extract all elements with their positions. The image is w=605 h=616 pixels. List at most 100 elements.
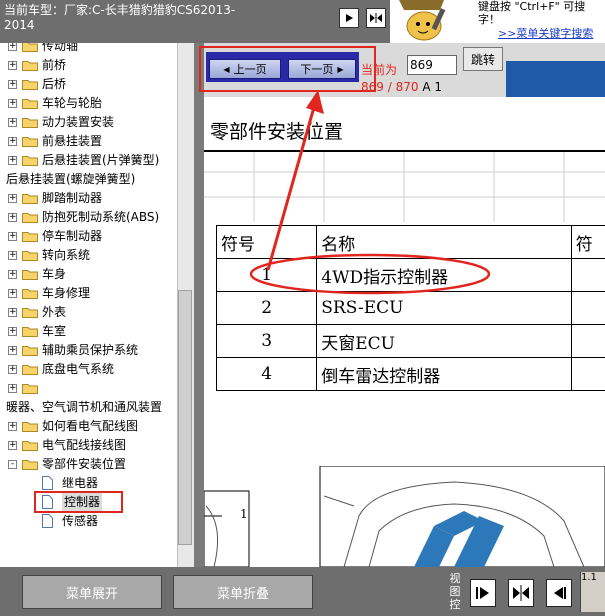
vehicle-line-2: 2014 <box>4 18 35 32</box>
expand-toggle-icon[interactable]: + <box>8 422 17 431</box>
folder-icon <box>22 213 38 223</box>
folder-icon <box>22 61 38 71</box>
sidebar-item[interactable]: + 前悬挂装置 <box>0 132 176 151</box>
page-number-input[interactable]: 869 <box>407 55 457 75</box>
sidebar-item[interactable]: + 电气配线接线图 <box>0 436 176 455</box>
pane-splitter[interactable] <box>194 43 204 567</box>
sidebar-item[interactable]: + 脚踏制动器 <box>0 189 176 208</box>
folder-icon <box>22 327 38 337</box>
sidebar-item-label: 传动轴 <box>42 43 79 53</box>
folder-icon <box>22 308 38 318</box>
expand-toggle-icon[interactable]: + <box>8 213 17 222</box>
expand-toggle-icon[interactable]: + <box>8 308 17 317</box>
page-header-band <box>506 61 605 97</box>
sidebar-item-label: 车轮与轮胎 <box>42 96 103 110</box>
view-split-button[interactable] <box>508 579 534 607</box>
sidebar-item[interactable]: + 辅助乘员保护系统 <box>0 341 176 360</box>
row-number: 4 <box>215 357 318 391</box>
nav-forward-button[interactable] <box>339 8 359 28</box>
sidebar-item-label: 后悬挂装置(片弹簧型) <box>42 153 160 167</box>
expand-toggle-icon[interactable]: + <box>8 441 17 450</box>
row-extra <box>570 357 605 391</box>
hint-text: 键盘按 "Ctrl+F" 可搜 字！ <box>478 0 605 26</box>
expand-toggle-icon[interactable]: + <box>8 327 17 336</box>
expand-toggle-icon[interactable]: + <box>8 232 17 241</box>
folder-icon <box>22 365 38 375</box>
sidebar-item-label: 前桥 <box>42 58 67 72</box>
sidebar-item[interactable]: + 防抱死制动系统(ABS) <box>0 208 176 227</box>
sidebar-item[interactable]: + 车室 <box>0 322 176 341</box>
sidebar-item[interactable]: 传感器 <box>0 512 176 531</box>
view-label-char-2: 图 <box>449 585 461 598</box>
sidebar-item[interactable]: + 转向系统 <box>0 246 176 265</box>
sidebar-item-label: 传感器 <box>62 514 99 528</box>
sidebar-item-label: 防抱死制动系统(ABS) <box>42 210 160 224</box>
nav-split-button[interactable] <box>366 8 386 28</box>
sidebar-item[interactable]: + 如何看电气配线图 <box>0 417 176 436</box>
sidebar-item[interactable]: + 车身修理 <box>0 284 176 303</box>
row-extra <box>570 258 605 292</box>
view-next-button[interactable] <box>470 579 496 607</box>
sidebar-item-label: 后悬挂装置(螺旋弹簧型) <box>6 172 136 186</box>
menu-collapse-button[interactable]: 菜单折叠 <box>173 575 313 609</box>
car-diagram <box>204 466 605 567</box>
folder-open-icon <box>22 460 38 470</box>
collapse-toggle-icon[interactable]: - <box>8 460 17 469</box>
folder-icon <box>22 156 38 166</box>
sidebar-item[interactable]: 后悬挂装置(螺旋弹簧型) <box>0 170 176 189</box>
expand-toggle-icon[interactable]: + <box>8 365 17 374</box>
expand-toggle-icon[interactable]: + <box>8 384 17 393</box>
expand-toggle-icon[interactable]: + <box>8 43 17 51</box>
sidebar-item[interactable]: + 传动轴 <box>0 43 176 56</box>
vehicle-line-1: 当前车型：厂家:C-长丰猎豹猎豹CS62013- <box>4 3 236 17</box>
expand-toggle-icon[interactable]: + <box>8 156 17 165</box>
keyword-search-link[interactable]: >>菜单关键字搜索 <box>498 25 593 41</box>
sidebar-item[interactable]: + 后桥 <box>0 75 176 94</box>
view-control-label: 视 图 控 <box>448 572 462 611</box>
view-label-char-3: 控 <box>449 598 461 611</box>
page-separator: / <box>387 80 392 94</box>
sidebar-tree: + 传动轴 + 前桥 + 后桥 + 车轮与轮胎 + 动力装置安装 + 前悬挂装置 + 后悬挂装置(片弹簧型… <box>0 43 194 567</box>
sidebar-item[interactable]: + <box>0 379 176 398</box>
sidebar-item[interactable]: + 动力装置安装 <box>0 113 176 132</box>
mascot-icon <box>394 0 452 42</box>
expand-toggle-icon[interactable]: + <box>8 118 17 127</box>
corner-panel: 1.1 <box>580 572 605 612</box>
expand-toggle-icon[interactable]: + <box>8 61 17 70</box>
expand-toggle-icon[interactable]: + <box>8 99 17 108</box>
sidebar-item[interactable]: + 后悬挂装置(片弹簧型) <box>0 151 176 170</box>
scrollbar-thumb[interactable] <box>178 290 192 545</box>
play-icon <box>346 14 353 22</box>
split-arrows-icon <box>513 585 529 601</box>
expand-toggle-icon[interactable]: + <box>8 80 17 89</box>
folder-icon <box>22 43 38 52</box>
sidebar-item[interactable]: 暖器、空气调节机和通风装置 <box>0 398 176 417</box>
sidebar-item[interactable]: + 停车制动器 <box>0 227 176 246</box>
sidebar-item[interactable]: + 外表 <box>0 303 176 322</box>
document-icon <box>42 514 53 528</box>
sidebar-item-label: 如何看电气配线图 <box>42 419 139 433</box>
sidebar-item-label: 后桥 <box>42 77 67 91</box>
corner-text: 1.1 <box>581 572 597 583</box>
sidebar-item[interactable]: + 车轮与轮胎 <box>0 94 176 113</box>
folder-icon <box>22 80 38 90</box>
page-suffix: A 1 <box>422 80 443 94</box>
sidebar-item[interactable]: - 零部件安装位置 <box>0 455 176 474</box>
folder-icon <box>22 346 38 356</box>
expand-toggle-icon[interactable]: + <box>8 251 17 260</box>
expand-toggle-icon[interactable]: + <box>8 289 17 298</box>
expand-toggle-icon[interactable]: + <box>8 346 17 355</box>
menu-expand-button[interactable]: 菜单展开 <box>22 575 162 609</box>
jump-button[interactable]: 跳转 <box>463 47 503 71</box>
sidebar-item[interactable]: + 前桥 <box>0 56 176 75</box>
table-row: 2 SRS-ECU <box>215 291 605 325</box>
sidebar-item[interactable]: + 底盘电气系统 <box>0 360 176 379</box>
folder-icon <box>22 232 38 242</box>
expand-toggle-icon[interactable]: + <box>8 194 17 203</box>
table-row: 3 天窗ECU <box>215 324 605 358</box>
diagram-callout: 1 <box>240 507 248 521</box>
expand-toggle-icon[interactable]: + <box>8 137 17 146</box>
sidebar-item[interactable]: + 车身 <box>0 265 176 284</box>
view-prev-button[interactable] <box>546 579 572 607</box>
expand-toggle-icon[interactable]: + <box>8 270 17 279</box>
